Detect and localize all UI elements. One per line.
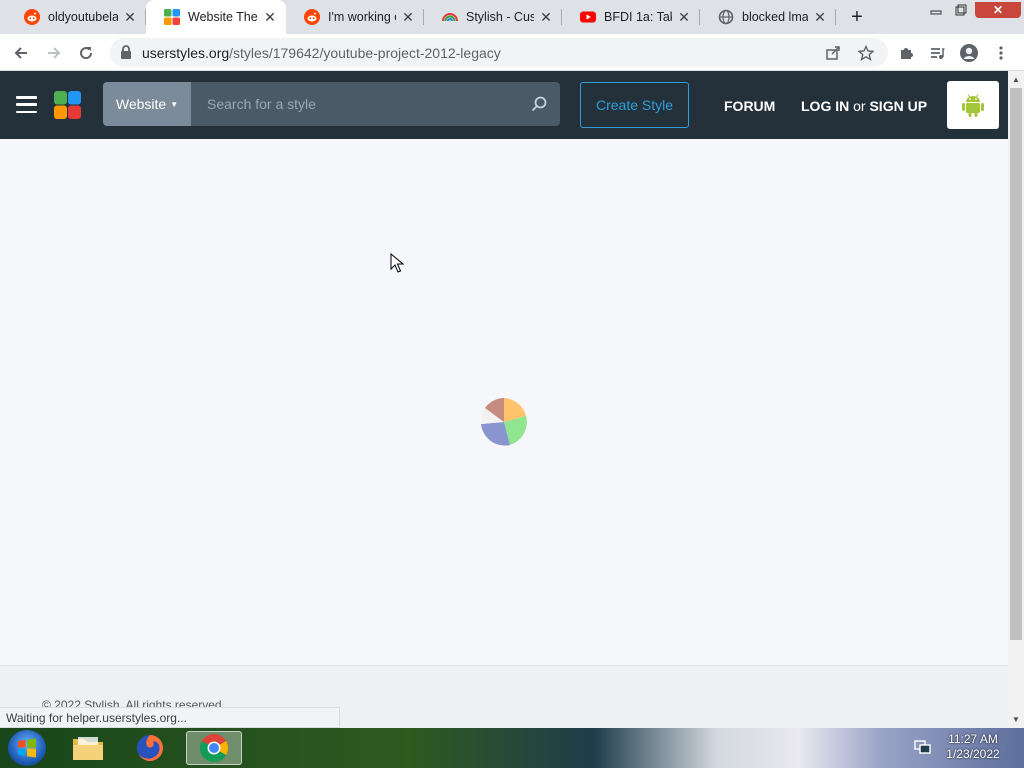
close-icon[interactable]: ✕ bbox=[122, 9, 138, 25]
tab-title: Stylish - Custom bbox=[466, 10, 534, 24]
close-icon[interactable]: ✕ bbox=[262, 9, 278, 25]
tab-website-themes[interactable]: Website Themes ✕ bbox=[146, 0, 286, 34]
reddit-icon bbox=[24, 9, 40, 25]
scrollbar-thumb[interactable] bbox=[1010, 88, 1022, 640]
tab-im-working-on[interactable]: I'm working on ✕ bbox=[286, 0, 424, 34]
forward-icon[interactable] bbox=[42, 41, 66, 65]
clock-time: 11:27 AM bbox=[948, 732, 998, 746]
tab-title: blocked lmao bbox=[742, 10, 808, 24]
scroll-down-icon[interactable]: ▼ bbox=[1008, 712, 1024, 726]
search-input[interactable] bbox=[191, 82, 560, 126]
tab-bfdi[interactable]: BFDI 1a: Take ✕ bbox=[562, 0, 700, 34]
reload-icon[interactable] bbox=[74, 41, 98, 65]
close-icon[interactable]: ✕ bbox=[400, 9, 416, 25]
globe-icon bbox=[718, 9, 734, 25]
firefox-icon[interactable] bbox=[126, 731, 174, 765]
create-style-button[interactable]: Create Style bbox=[580, 82, 689, 128]
windows-taskbar bbox=[0, 728, 1024, 768]
search-scope-label: Website bbox=[115, 96, 167, 112]
stylish-rainbow-icon bbox=[442, 9, 458, 25]
android-app-button[interactable] bbox=[947, 81, 999, 129]
login-link[interactable]: LOG IN bbox=[801, 98, 849, 114]
file-explorer-icon[interactable] bbox=[64, 731, 112, 765]
url-text: userstyles.org/styles/179642/youtube-pro… bbox=[142, 45, 501, 61]
scroll-up-icon[interactable]: ▲ bbox=[1008, 72, 1024, 86]
tab-blocked-lmao[interactable]: blocked lmao ✕ bbox=[700, 0, 836, 34]
close-window-icon[interactable]: ✕ bbox=[975, 2, 1021, 18]
url-domain: userstyles.org bbox=[142, 45, 230, 61]
extensions-icon[interactable] bbox=[896, 43, 916, 63]
lock-icon bbox=[120, 45, 132, 64]
browser-status-bar: Waiting for helper.userstyles.org... bbox=[0, 707, 340, 728]
caret-down-icon: ▼ bbox=[170, 99, 179, 109]
tab-title: I'm working on bbox=[328, 10, 396, 24]
tab-stylish-custom[interactable]: Stylish - Custom ✕ bbox=[424, 0, 562, 34]
close-icon[interactable]: ✕ bbox=[538, 9, 554, 25]
network-tray-icon[interactable] bbox=[914, 739, 932, 755]
search-icon[interactable] bbox=[530, 95, 548, 113]
tab-title: Website Themes bbox=[188, 10, 258, 24]
bookmark-star-icon[interactable] bbox=[858, 45, 874, 61]
hamburger-menu-icon[interactable] bbox=[16, 96, 37, 113]
close-icon[interactable]: ✕ bbox=[812, 9, 828, 25]
site-header: Website▼ Create Style FORUM LOG IN or SI… bbox=[0, 71, 1008, 139]
or-text: or bbox=[853, 98, 866, 114]
stylish-logo[interactable] bbox=[54, 91, 81, 119]
android-icon bbox=[962, 94, 984, 117]
share-icon[interactable] bbox=[825, 45, 841, 61]
profile-avatar-icon[interactable] bbox=[959, 43, 979, 63]
media-control-icon[interactable] bbox=[927, 43, 947, 63]
new-tab-button[interactable]: + bbox=[846, 6, 868, 28]
tab-strip: oldyoutubelayout ✕ Website Themes ✕ I'm … bbox=[0, 0, 1024, 34]
login-signup-links: LOG IN or SIGN UP bbox=[801, 98, 927, 114]
address-bar[interactable]: userstyles.org/styles/179642/youtube-pro… bbox=[110, 38, 888, 67]
forum-link[interactable]: FORUM bbox=[724, 98, 775, 114]
tab-title: BFDI 1a: Take bbox=[604, 10, 672, 24]
restore-window-icon[interactable] bbox=[950, 2, 972, 18]
minimize-window-icon[interactable] bbox=[926, 2, 946, 18]
browser-toolbar: userstyles.org/styles/179642/youtube-pro… bbox=[0, 34, 1024, 71]
windows-logo-icon bbox=[18, 738, 36, 758]
loading-spinner-icon bbox=[480, 398, 528, 446]
youtube-icon bbox=[580, 9, 596, 25]
search-scope-dropdown[interactable]: Website ▼ bbox=[103, 82, 191, 126]
close-icon[interactable]: ✕ bbox=[676, 9, 692, 25]
chrome-icon[interactable] bbox=[186, 731, 242, 765]
tab-title: oldyoutubelayout bbox=[48, 10, 118, 24]
back-icon[interactable] bbox=[9, 41, 33, 65]
taskbar-clock[interactable]: 11:27 AM 1/23/2022 bbox=[938, 732, 1008, 762]
mouse-cursor-icon bbox=[390, 252, 405, 273]
windows-start-button[interactable] bbox=[8, 730, 46, 766]
signup-link[interactable]: SIGN UP bbox=[869, 98, 927, 114]
reddit-icon bbox=[304, 9, 320, 25]
search-group: Website ▼ bbox=[103, 82, 560, 126]
url-path: /styles/179642/youtube-project-2012-lega… bbox=[229, 45, 501, 61]
stylish-logo-icon bbox=[164, 9, 180, 25]
more-menu-icon[interactable] bbox=[991, 43, 1011, 63]
tab-oldyoutubelayout[interactable]: oldyoutubelayout ✕ bbox=[6, 0, 146, 34]
clock-date: 1/23/2022 bbox=[946, 747, 1000, 761]
